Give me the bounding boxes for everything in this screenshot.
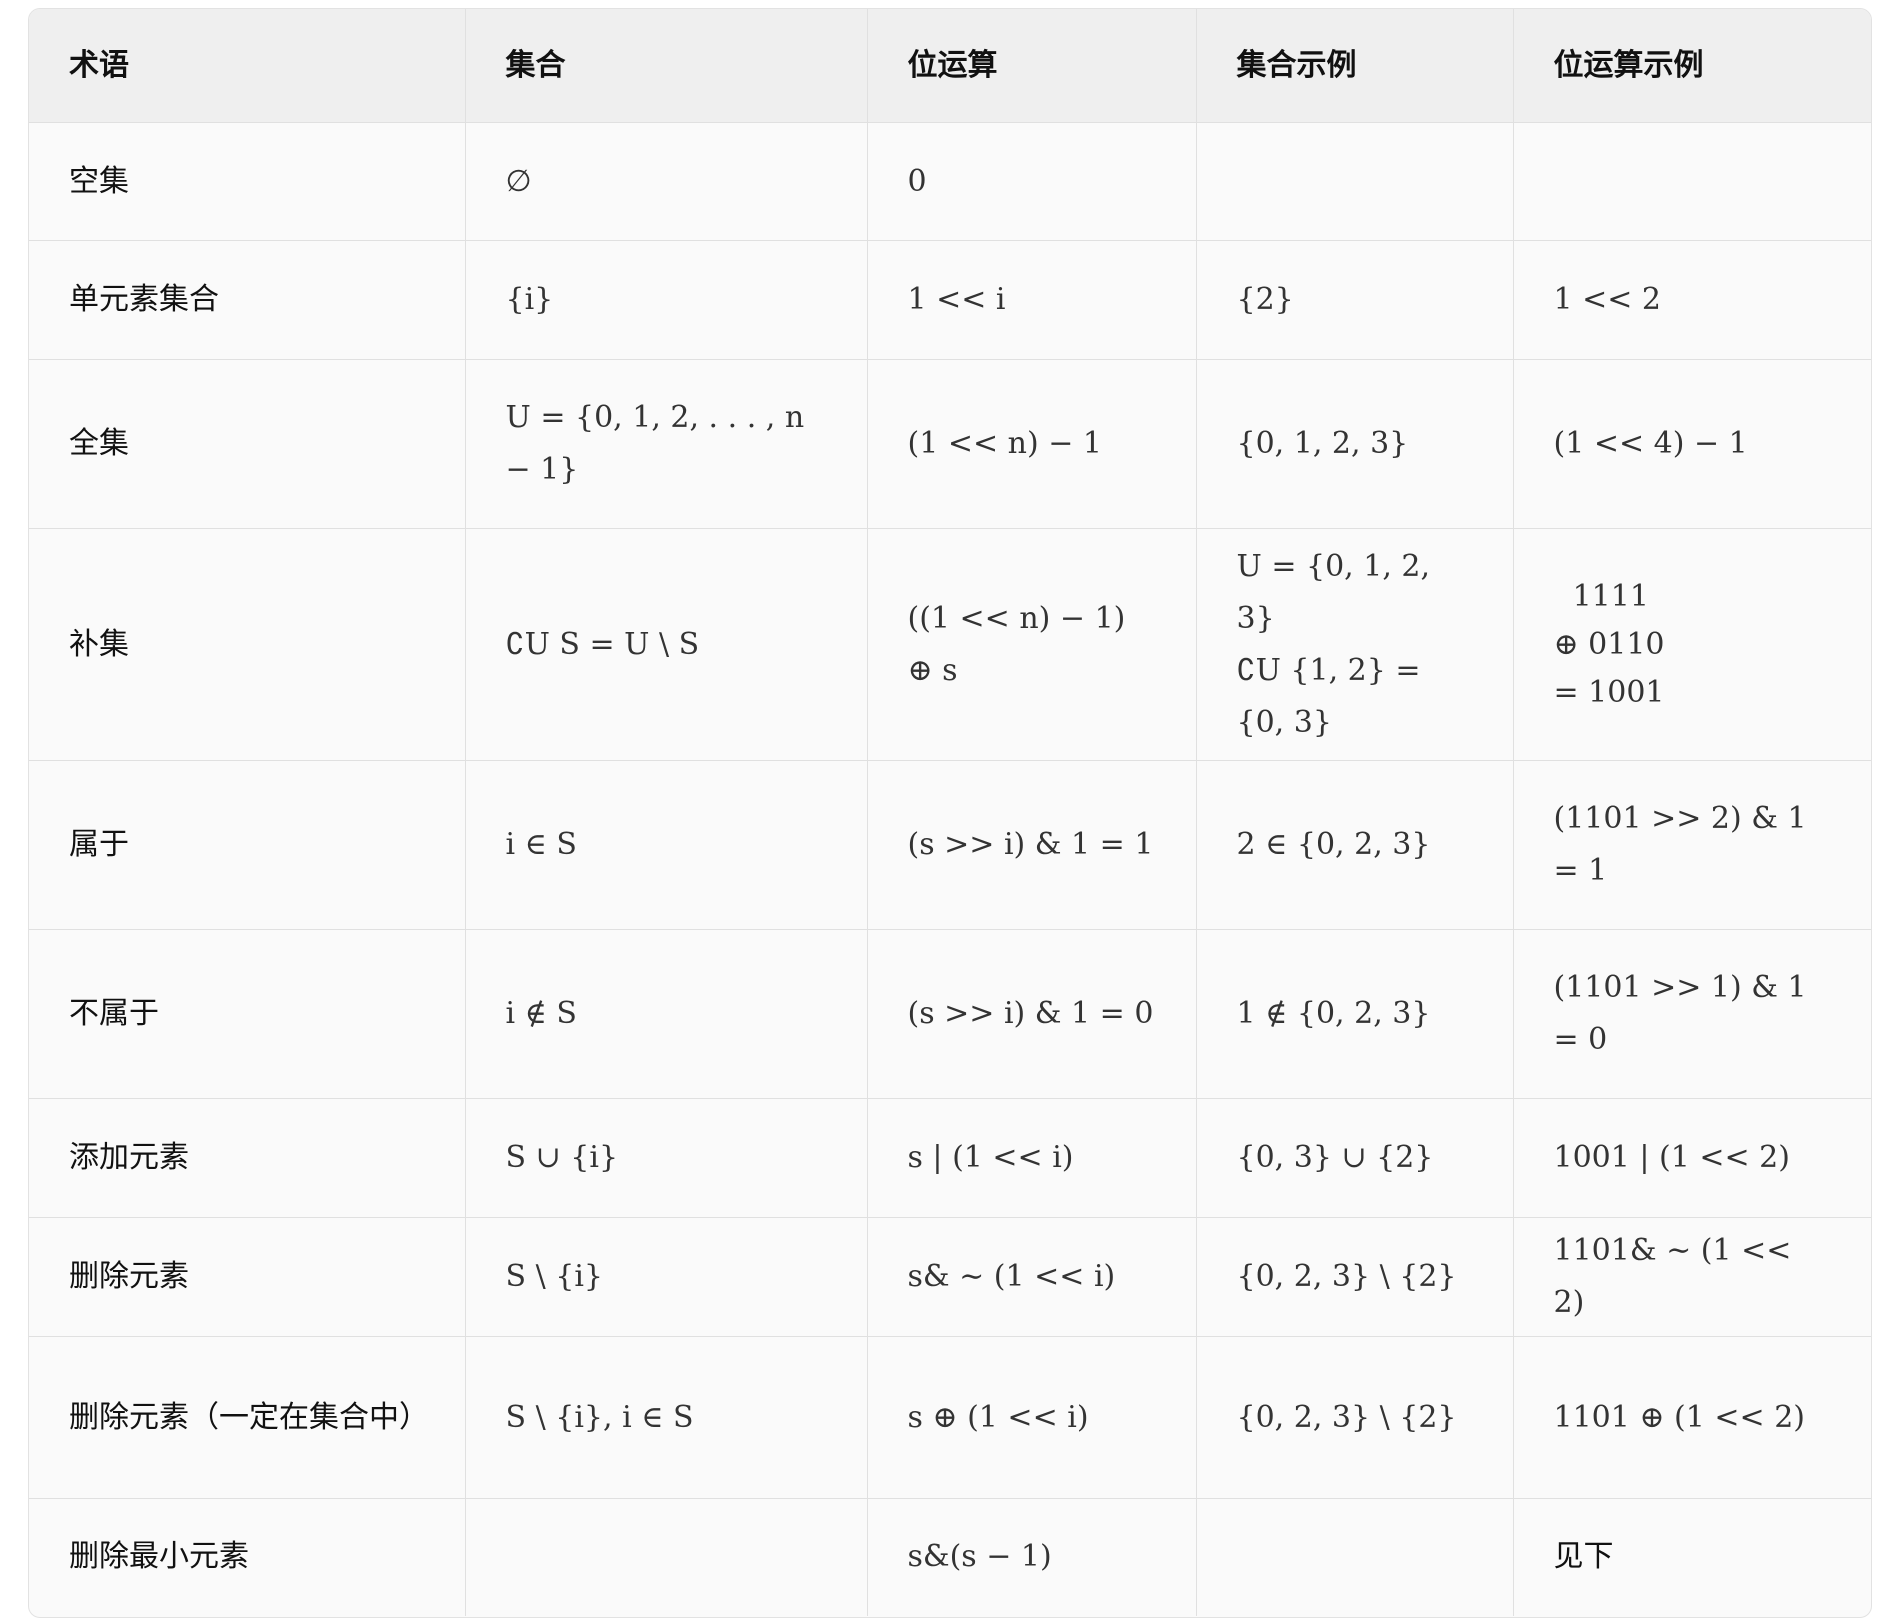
set-cell: U = {0, 1, 2, . . . , n − 1} [465, 359, 868, 529]
term-cell: 不属于 [29, 929, 466, 1099]
table-row: 全集 U = {0, 1, 2, . . . , n − 1} (1 << n)… [29, 359, 1871, 529]
set-cell: ∁U S = U \ S [465, 528, 868, 761]
bit-cell: (1 << n) − 1 [867, 359, 1197, 529]
set-cell: i ∉ S [465, 929, 868, 1099]
bit-example-cell: 1001 | (1 << 2) [1513, 1098, 1871, 1218]
term-cell: 删除元素 [29, 1217, 466, 1337]
set-cell [465, 1498, 868, 1616]
term-cell: 属于 [29, 760, 466, 930]
set-example-line: ∁U {1, 2} = {0, 3} [1236, 652, 1421, 740]
bit-cell: (s >> i) & 1 = 1 [867, 760, 1197, 930]
set-example-cell: {0, 2, 3} \ {2} [1196, 1217, 1514, 1337]
header-set-example: 集合示例 [1196, 9, 1514, 123]
table-header-row: 术语 集合 位运算 集合示例 位运算示例 [29, 9, 1871, 123]
term-cell: 单元素集合 [29, 240, 466, 360]
set-cell: i ∈ S [465, 760, 868, 930]
bit-cell: s&(s − 1) [867, 1498, 1197, 1616]
table-row: 不属于 i ∉ S (s >> i) & 1 = 0 1 ∉ {0, 2, 3}… [29, 929, 1871, 1099]
header-set: 集合 [465, 9, 868, 123]
header-term: 术语 [29, 9, 466, 123]
set-bit-operations-table-container: 术语 集合 位运算 集合示例 位运算示例 空集 ∅ 0 单元素集合 {i} 1 … [28, 8, 1872, 1618]
set-cell: ∅ [465, 122, 868, 241]
bit-example-cell: 1101& ∼ (1 << 2) [1513, 1217, 1871, 1337]
table-row: 空集 ∅ 0 [29, 122, 1871, 241]
set-example-cell: {0, 1, 2, 3} [1196, 359, 1514, 529]
set-example-cell [1196, 1498, 1514, 1616]
header-bit: 位运算 [867, 9, 1197, 123]
bit-cell: s& ∼ (1 << i) [867, 1217, 1197, 1337]
bit-example-line: ⊕ 0110 [1553, 626, 1665, 662]
set-example-cell: 2 ∈ {0, 2, 3} [1196, 760, 1514, 930]
bit-example-cell: 见下 [1553, 1539, 1614, 1575]
header-bit-example: 位运算示例 [1513, 9, 1871, 123]
bit-example-cell: (1101 >> 1) & 1 = 0 [1513, 929, 1871, 1099]
set-example-line: U = {0, 1, 2, 3} [1236, 548, 1431, 636]
bit-example-line: = 1001 [1553, 674, 1665, 710]
term-cell: 空集 [29, 122, 466, 241]
bit-example-cell [1513, 122, 1871, 241]
set-example-cell: {0, 3} ∪ {2} [1196, 1098, 1514, 1218]
set-example-cell: 1 ∉ {0, 2, 3} [1196, 929, 1514, 1099]
table-row: 属于 i ∈ S (s >> i) & 1 = 1 2 ∈ {0, 2, 3} … [29, 760, 1871, 930]
bit-example-cell: (1 << 4) − 1 [1513, 359, 1871, 529]
set-example-cell: U = {0, 1, 2, 3} ∁U {1, 2} = {0, 3} [1196, 528, 1514, 761]
table-row: 添加元素 S ∪ {i} s | (1 << i) {0, 3} ∪ {2} 1… [29, 1098, 1871, 1218]
bit-cell: s ⊕ (1 << i) [867, 1336, 1197, 1499]
table-row: 删除最小元素 s&(s − 1) 见下 [29, 1498, 1871, 1616]
bit-cell: 0 [867, 122, 1197, 241]
term-cell: 添加元素 [29, 1098, 466, 1218]
table-row: 删除元素（一定在集合中） S \ {i}, i ∈ S s ⊕ (1 << i)… [29, 1336, 1871, 1499]
set-cell: S \ {i}, i ∈ S [465, 1336, 868, 1499]
set-cell: S ∪ {i} [465, 1098, 868, 1218]
bit-cell: (s >> i) & 1 = 0 [867, 929, 1197, 1099]
term-cell: 全集 [29, 359, 466, 529]
bit-example-cell: 1111 ⊕ 0110 = 1001 [1513, 528, 1871, 761]
set-example-cell: {2} [1196, 240, 1514, 360]
table-row: 单元素集合 {i} 1 << i {2} 1 << 2 [29, 240, 1871, 360]
bit-cell: s | (1 << i) [867, 1098, 1197, 1218]
bit-example-cell: 1 << 2 [1513, 240, 1871, 360]
bit-example-cell: 1101 ⊕ (1 << 2) [1513, 1336, 1871, 1499]
bit-cell: 1 << i [867, 240, 1197, 360]
bit-example-line: 1111 [1553, 578, 1649, 614]
set-cell: S \ {i} [465, 1217, 868, 1337]
bit-cell: ((1 << n) − 1) ⊕ s [867, 528, 1197, 761]
set-example-cell [1196, 122, 1514, 241]
table-row: 删除元素 S \ {i} s& ∼ (1 << i) {0, 2, 3} \ {… [29, 1217, 1871, 1337]
table-row: 补集 ∁U S = U \ S ((1 << n) − 1) ⊕ s U = {… [29, 528, 1871, 761]
set-example-cell: {0, 2, 3} \ {2} [1196, 1336, 1514, 1499]
set-cell: {i} [465, 240, 868, 360]
term-cell: 删除最小元素 [29, 1498, 466, 1616]
bit-example-cell: (1101 >> 2) & 1 = 1 [1513, 760, 1871, 930]
term-cell: 补集 [29, 528, 466, 761]
set-bit-operations-table: 术语 集合 位运算 集合示例 位运算示例 空集 ∅ 0 单元素集合 {i} 1 … [29, 9, 1871, 1616]
term-cell: 删除元素（一定在集合中） [29, 1336, 466, 1499]
